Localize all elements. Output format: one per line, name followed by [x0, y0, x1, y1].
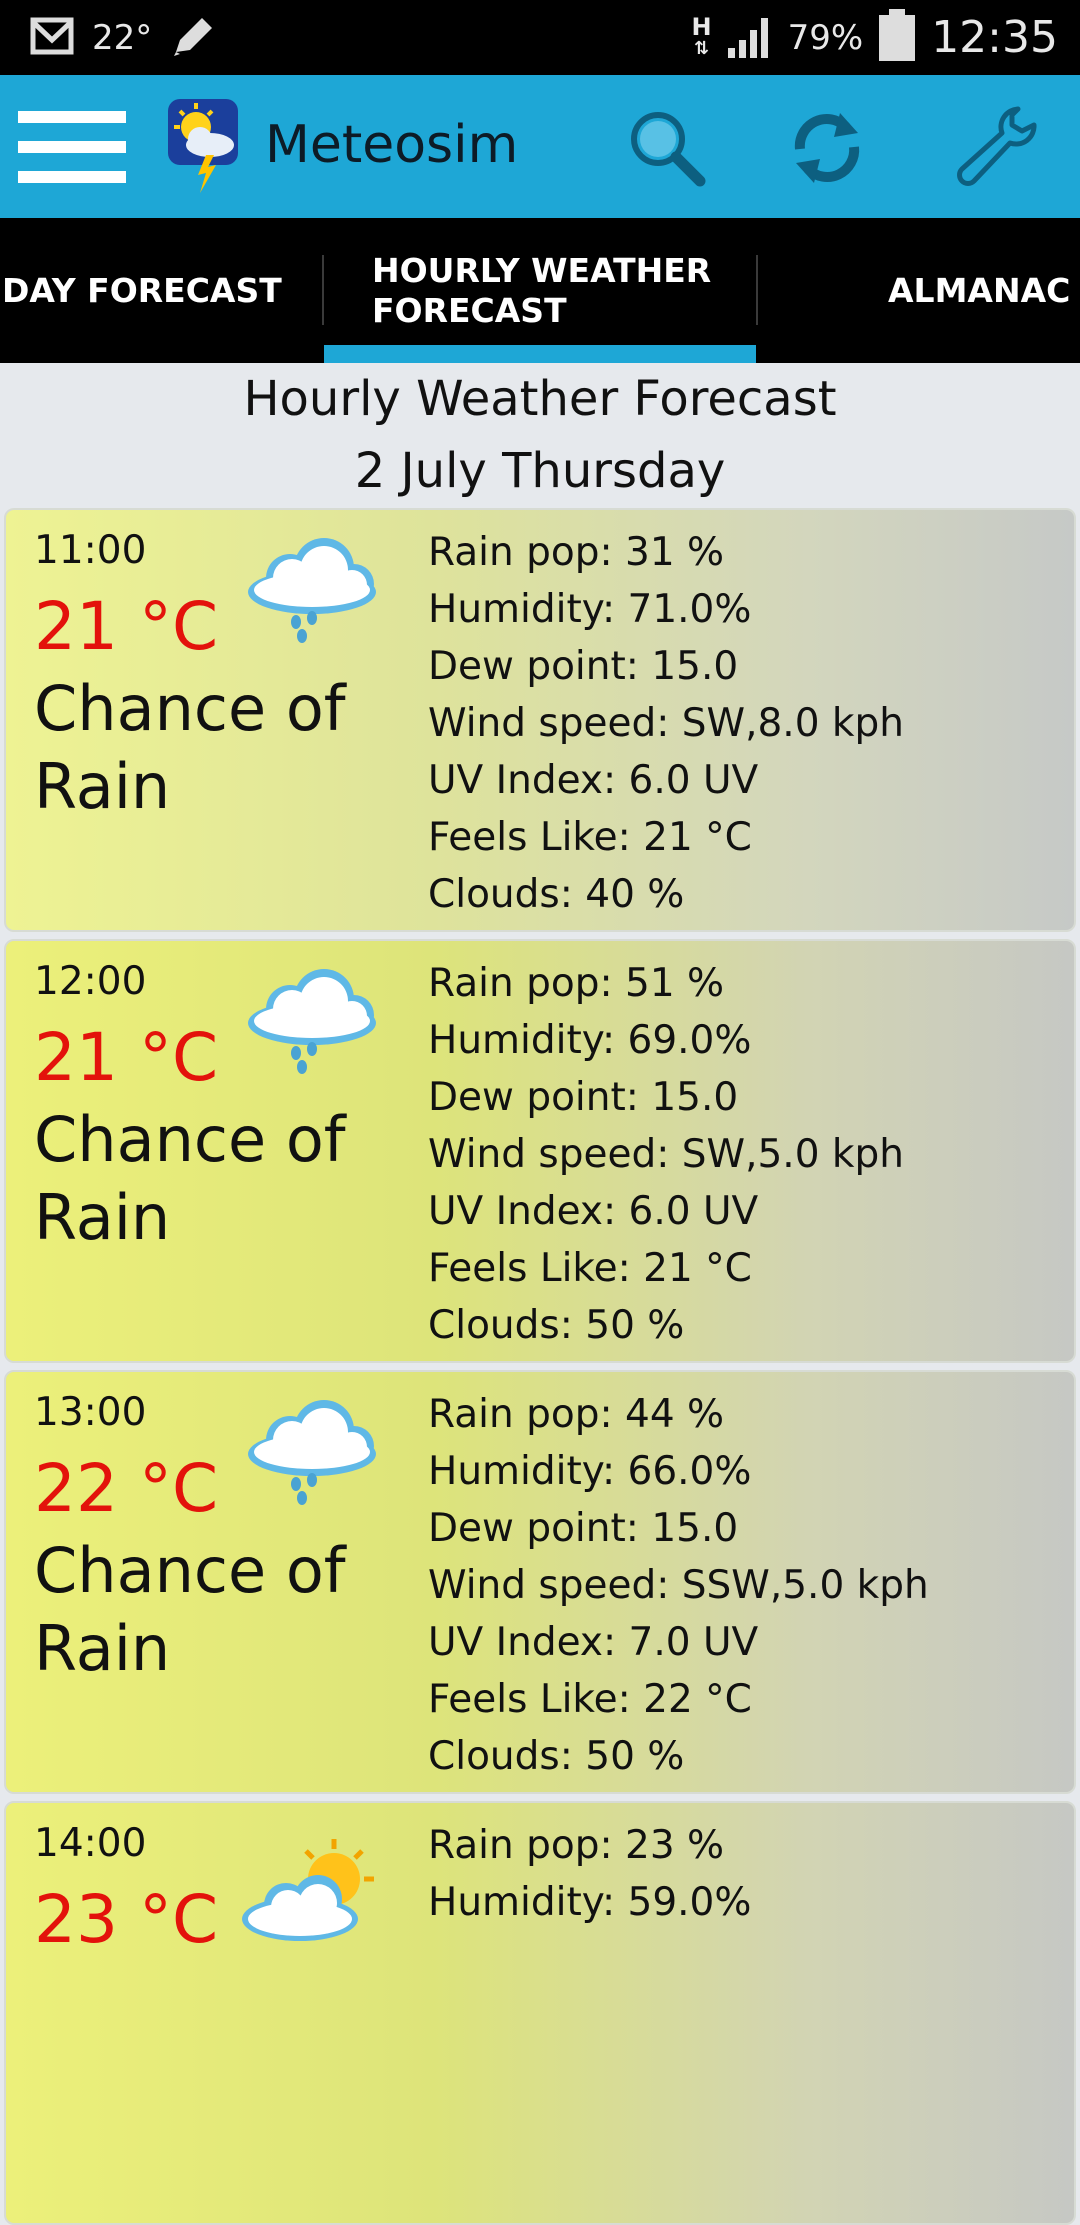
signal-icon	[726, 12, 774, 64]
tab-bar: DAY FORECAST HOURLY WEATHER FORECAST ALM…	[0, 218, 1080, 363]
forecast-condition: Chance of Rain	[34, 672, 346, 823]
settings-wrench-icon[interactable]	[950, 103, 1040, 193]
forecast-condition: Chance of Rain	[34, 1534, 346, 1685]
app-bar: Meteosim	[0, 75, 1080, 218]
search-icon[interactable]	[622, 103, 712, 193]
clouds: Clouds: 50 %	[428, 1303, 685, 1348]
forecast-time: 14:00	[34, 1821, 147, 1866]
network-type-icon: H ⇅	[691, 12, 712, 59]
uv-index: UV Index: 7.0 UV	[428, 1620, 759, 1665]
dew-point: Dew point: 15.0	[428, 1506, 739, 1551]
forecast-card[interactable]: 12:00 21 °C Chance of Rain Rain pop: 51 …	[4, 939, 1076, 1363]
clouds: Clouds: 50 %	[428, 1734, 685, 1779]
wind-speed: Wind speed: SW,5.0 kph	[428, 1132, 904, 1177]
feels-like: Feels Like: 22 °C	[428, 1677, 752, 1722]
menu-icon[interactable]	[18, 111, 126, 183]
humidity: Humidity: 66.0%	[428, 1449, 752, 1494]
humidity: Humidity: 69.0%	[428, 1018, 752, 1063]
refresh-icon[interactable]	[782, 103, 872, 193]
rain-pop: Rain pop: 31 %	[428, 530, 725, 575]
rain-cloud-icon	[238, 530, 386, 650]
pencil-icon	[170, 14, 216, 62]
gmail-icon	[30, 16, 74, 60]
app-title: Meteosim	[265, 115, 519, 175]
humidity: Humidity: 59.0%	[428, 1880, 752, 1925]
app-logo	[166, 97, 242, 195]
status-temperature: 22°	[92, 17, 153, 58]
wind-speed: Wind speed: SW,8.0 kph	[428, 701, 904, 746]
forecast-temperature: 22 °C	[34, 1450, 219, 1527]
forecast-card[interactable]: 14:00 23 °C Rain pop: 23 % Humidity: 59.…	[4, 1801, 1076, 2225]
forecast-date: 2 July Thursday	[354, 443, 726, 499]
forecast-temperature: 21 °C	[34, 1019, 219, 1096]
feels-like: Feels Like: 21 °C	[428, 1246, 752, 1291]
tab-day-forecast[interactable]: DAY FORECAST	[2, 218, 282, 363]
forecast-details: Rain pop: 51 % Humidity: 69.0% Dew point…	[428, 955, 904, 1354]
battery-icon	[877, 8, 917, 67]
tab-selected-indicator	[324, 345, 756, 363]
rain-pop: Rain pop: 51 %	[428, 961, 725, 1006]
rain-pop: Rain pop: 23 %	[428, 1823, 725, 1868]
forecast-time: 11:00	[34, 528, 147, 573]
rain-pop: Rain pop: 44 %	[428, 1392, 725, 1437]
battery-percent: 79%	[787, 17, 864, 58]
humidity: Humidity: 71.0%	[428, 587, 752, 632]
dew-point: Dew point: 15.0	[428, 1075, 739, 1120]
rain-cloud-icon	[238, 1392, 386, 1512]
feels-like: Feels Like: 21 °C	[428, 815, 752, 860]
page-title: Hourly Weather Forecast	[243, 371, 837, 427]
sun-cloud-icon	[238, 1823, 386, 1943]
tab-divider	[322, 255, 324, 325]
uv-index: UV Index: 6.0 UV	[428, 758, 759, 803]
status-time: 12:35	[931, 12, 1058, 63]
uv-index: UV Index: 6.0 UV	[428, 1189, 759, 1234]
forecast-time: 12:00	[34, 959, 147, 1004]
tab-almanac[interactable]: ALMANAC	[888, 218, 1070, 363]
page-header: Hourly Weather Forecast 2 July Thursday	[0, 363, 1080, 507]
forecast-temperature: 21 °C	[34, 588, 219, 665]
forecast-card[interactable]: 11:00 21 °C Chance of Rain Rain pop: 31 …	[4, 508, 1076, 932]
forecast-details: Rain pop: 23 % Humidity: 59.0%	[428, 1817, 751, 1931]
forecast-details: Rain pop: 31 % Humidity: 71.0% Dew point…	[428, 524, 904, 923]
rain-cloud-icon	[238, 961, 386, 1081]
forecast-time: 13:00	[34, 1390, 147, 1435]
status-bar: 22° H ⇅ 79% 12:35	[0, 0, 1080, 75]
forecast-card[interactable]: 13:00 22 °C Chance of Rain Rain pop: 44 …	[4, 1370, 1076, 1794]
forecast-details: Rain pop: 44 % Humidity: 66.0% Dew point…	[428, 1386, 929, 1785]
clouds: Clouds: 40 %	[428, 872, 685, 917]
forecast-condition: Chance of Rain	[34, 1103, 346, 1254]
wind-speed: Wind speed: SSW,5.0 kph	[428, 1563, 929, 1608]
tab-hourly-weather-forecast[interactable]: HOURLY WEATHER FORECAST	[372, 218, 711, 363]
tab-divider	[756, 255, 758, 325]
dew-point: Dew point: 15.0	[428, 644, 739, 689]
